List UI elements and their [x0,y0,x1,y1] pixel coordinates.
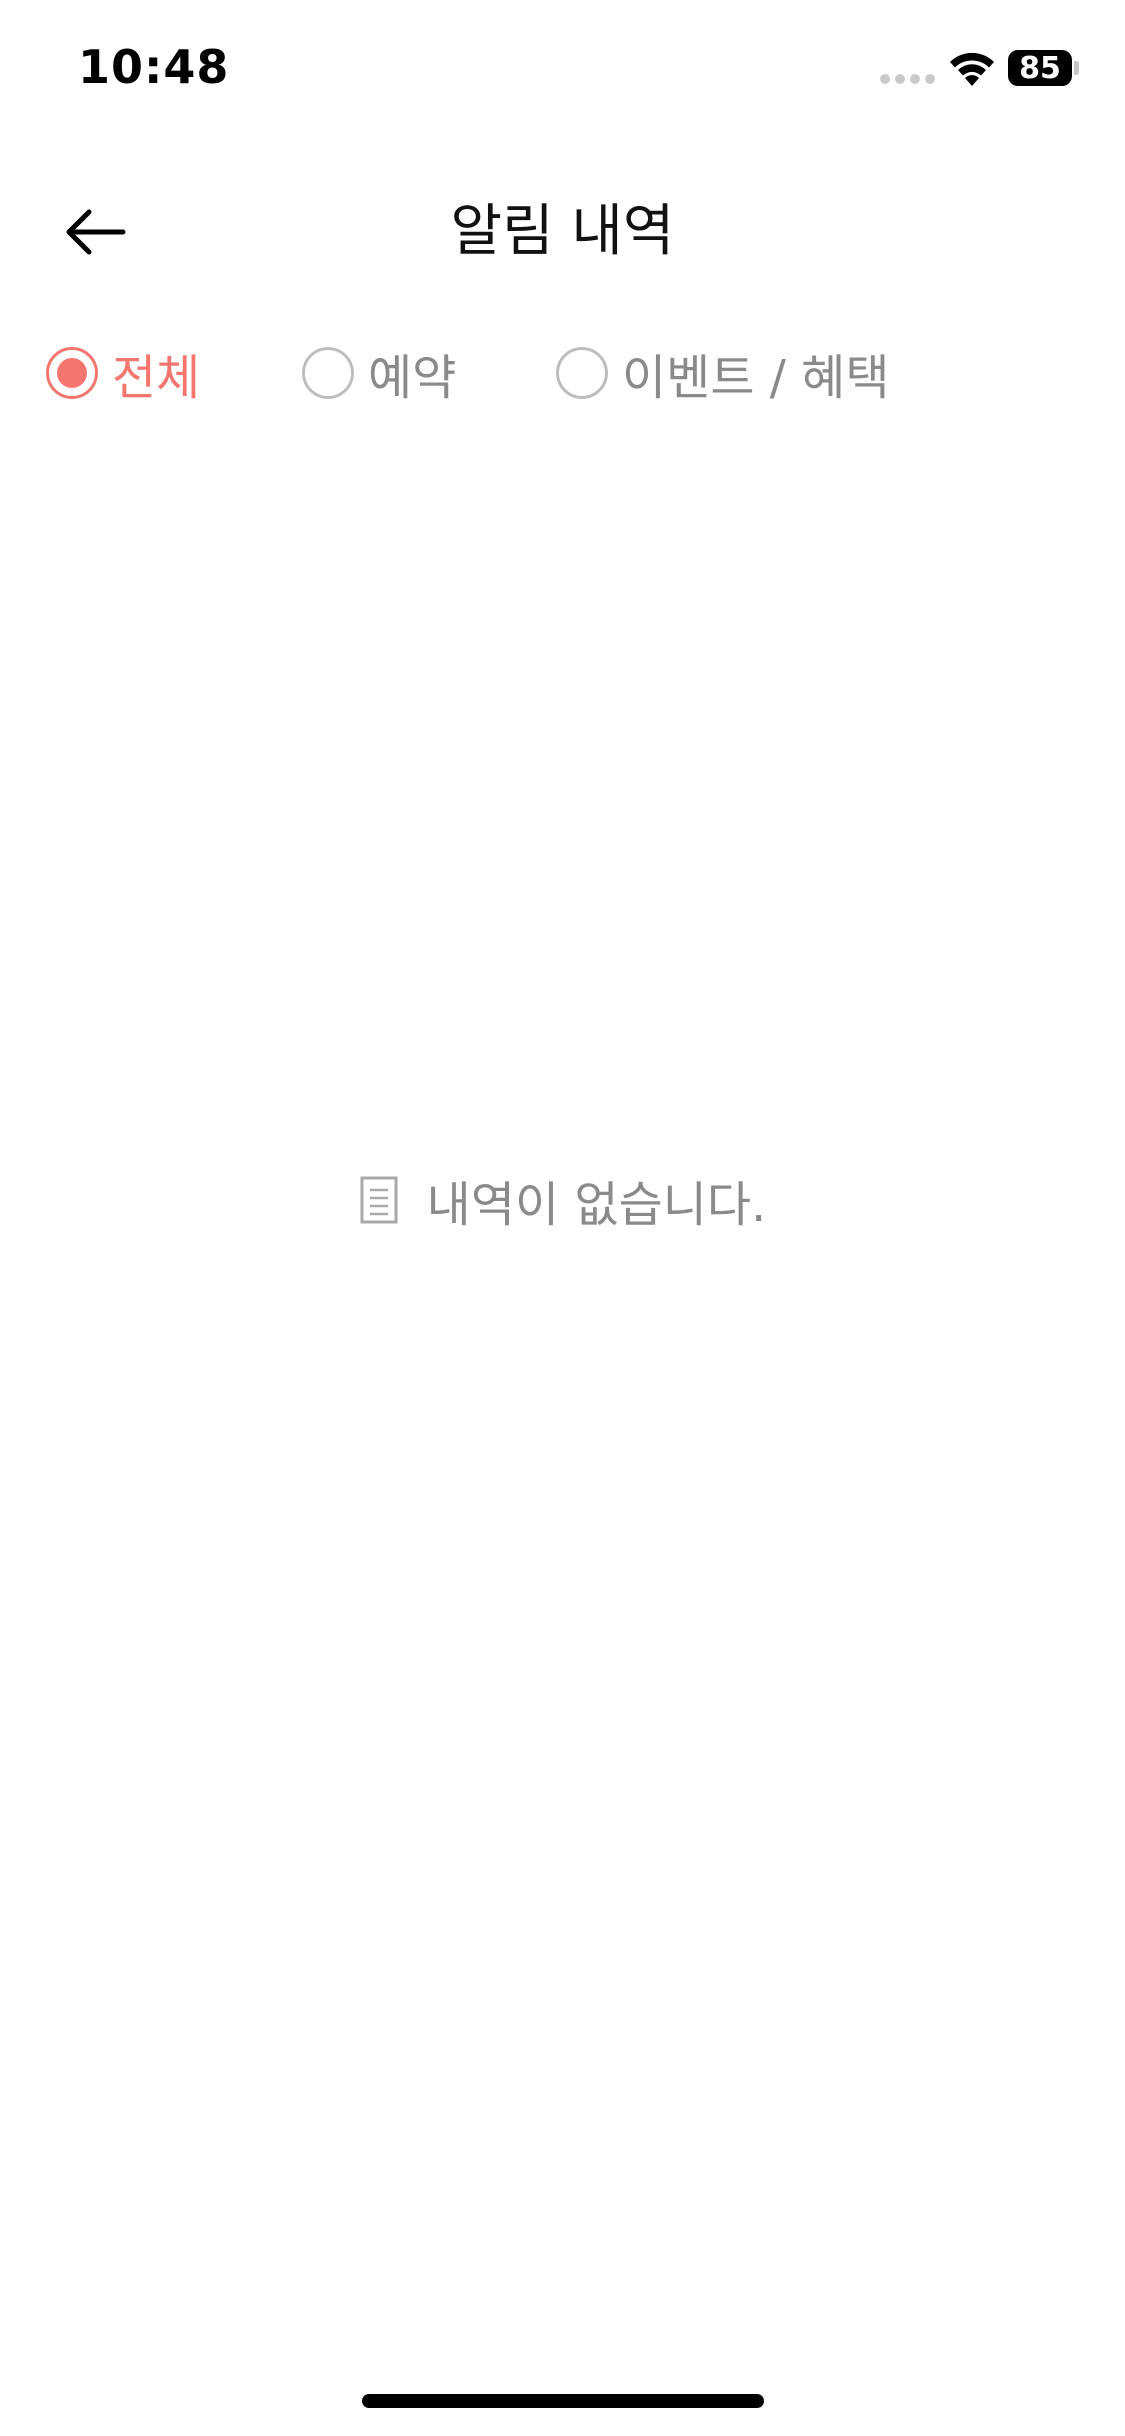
battery-icon: 85 [1008,50,1072,86]
header: 알림 내역 [0,170,1125,290]
filter-option-reservation[interactable]: 예약 [302,338,456,408]
document-icon [360,1176,398,1224]
radio-unselected-icon [302,347,354,399]
wifi-icon [950,52,994,86]
cellular-signal-icon [880,74,935,84]
status-time: 10:48 [78,40,230,94]
empty-message: 내역이 없습니다. [426,1177,767,1233]
filter-option-all[interactable]: 전체 [46,338,200,408]
filter-label-reservation: 예약 [368,350,457,406]
filter-label-event-benefit: 이벤트 / 혜택 [622,350,890,406]
radio-unselected-icon [556,347,608,399]
home-indicator[interactable] [362,2394,764,2408]
empty-state: 내역이 없습니다. [0,1160,1125,1240]
notification-filter-group: 전체 예약 이벤트 / 혜택 [46,338,1086,408]
filter-option-event-benefit[interactable]: 이벤트 / 혜택 [556,338,890,408]
battery-cap [1074,61,1079,75]
page-title: 알림 내역 [450,199,675,264]
radio-selected-icon [46,347,98,399]
status-bar: 10:48 85 [0,0,1125,140]
filter-label-all: 전체 [112,350,201,406]
